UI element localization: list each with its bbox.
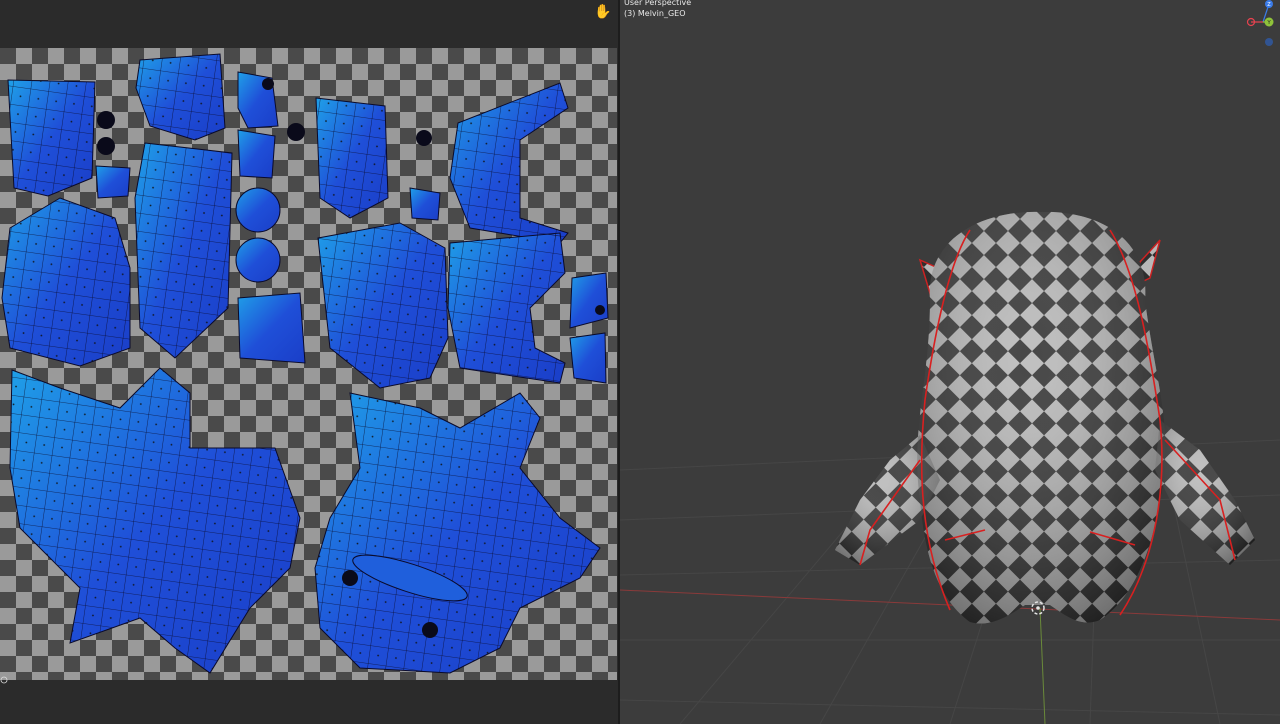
viewport-info: User Perspective (3) Melvin_GEO [624,0,691,19]
neg-z-axis-icon[interactable] [1265,38,1273,46]
y-label: Y [1266,20,1271,26]
uv-cursor-icon [0,676,8,684]
object-label: (3) Melvin_GEO [624,9,686,18]
navigation-gizmo[interactable]: Z Y [1246,0,1276,50]
uv-canvas[interactable] [0,48,617,680]
uv-editor[interactable]: ✋ [0,0,618,724]
z-label: Z [1267,2,1271,8]
perspective-label: User Perspective [624,0,692,7]
viewport-scene[interactable] [620,0,1280,724]
y-axis-line [1039,607,1046,724]
hand-pan-icon[interactable]: ✋ [593,2,613,22]
3d-viewport[interactable]: User Perspective (3) Melvin_GEO Z Y [620,0,1280,724]
